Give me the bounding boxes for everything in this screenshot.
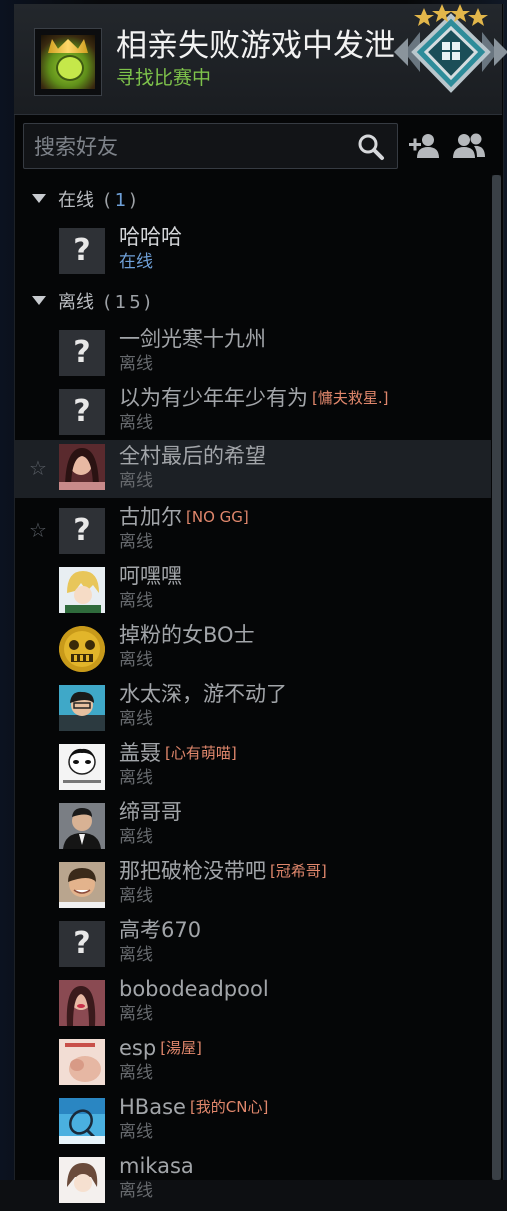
unknown-avatar-icon: ?: [73, 233, 91, 268]
friend-tag: [心有萌喵]: [165, 744, 237, 762]
group-label: 在线: [58, 190, 94, 211]
friend-name: 呵嘿嘿: [119, 564, 182, 588]
friend-avatar: [59, 980, 105, 1026]
friend-avatar: ?: [59, 508, 105, 554]
group-count: 1: [114, 190, 130, 211]
friend-status: 离线: [119, 354, 153, 374]
friend-row[interactable]: 那把破枪没带吧 [冠希哥] 离线: [15, 858, 491, 916]
friend-status: 离线: [119, 709, 153, 729]
favorite-star-icon[interactable]: ☆: [29, 457, 47, 479]
friend-avatar: [59, 444, 105, 490]
search-box: [23, 123, 398, 170]
profile-header: 相亲失败游戏中发泄 寻找比赛中: [14, 4, 507, 115]
unknown-avatar-icon: ?: [73, 335, 91, 370]
scrollbar-thumb[interactable]: [492, 175, 501, 1180]
friend-status: 离线: [119, 650, 153, 670]
friend-status: 离线: [119, 768, 153, 788]
friend-row[interactable]: 水太深，游不动了 离线: [15, 681, 491, 739]
friend-name: 那把破枪没带吧 [冠希哥]: [119, 859, 327, 883]
friend-name: mikasa: [119, 1154, 194, 1178]
unknown-avatar-icon: ?: [73, 513, 91, 548]
friend-avatar: ?: [59, 330, 105, 376]
friend-name: 水太深，游不动了: [119, 682, 287, 706]
friend-row[interactable]: bobodeadpool 离线: [15, 976, 491, 1034]
friend-row[interactable]: HBase [我的CN心] 离线: [15, 1094, 491, 1152]
friend-avatar: [59, 1039, 105, 1085]
friend-row[interactable]: ? 一剑光寒十九州 离线: [15, 326, 491, 384]
friend-row[interactable]: mikasa 离线: [15, 1153, 491, 1211]
friend-row[interactable]: ☆ ? 古加尔 [NO GG] 离线: [15, 504, 491, 562]
friend-row[interactable]: ? 高考670 离线: [15, 917, 491, 975]
friend-avatar: ?: [59, 921, 105, 967]
my-avatar[interactable]: [34, 28, 102, 96]
collapse-triangle-icon: [32, 296, 46, 305]
friend-name: 以为有少年年少有为 [慵夫救星.]: [119, 386, 389, 410]
friends-list-icon[interactable]: [452, 131, 486, 159]
friend-row[interactable]: esp [湯屋] 离线: [15, 1035, 491, 1093]
friend-status: 离线: [119, 1063, 153, 1083]
friend-tag: [我的CN心]: [189, 1098, 269, 1116]
hero-portrait: [41, 35, 95, 89]
collapse-triangle-icon: [32, 194, 46, 203]
friend-row[interactable]: 盖聂 [心有萌喵] 离线: [15, 740, 491, 798]
unknown-avatar-icon: ?: [73, 394, 91, 429]
friend-name: esp [湯屋]: [119, 1036, 202, 1060]
friend-status: 离线: [119, 1181, 153, 1201]
friend-name: 哈哈哈: [119, 225, 182, 249]
friend-status: 在线: [119, 252, 153, 272]
search-input[interactable]: [32, 124, 356, 170]
friend-name: 缔哥哥: [119, 800, 182, 824]
friend-status: 离线: [119, 471, 153, 491]
friend-row[interactable]: ☆ 全村最后的希望 离线: [15, 440, 491, 498]
friend-status: 离线: [119, 591, 153, 611]
friend-status: 离线: [119, 532, 153, 552]
friend-name: 古加尔 [NO GG]: [119, 505, 249, 529]
rank-medal-icon: [394, 4, 507, 93]
friend-row[interactable]: 呵嘿嘿 离线: [15, 563, 491, 621]
friend-status: 离线: [119, 1122, 153, 1142]
friend-avatar: [59, 1157, 105, 1203]
friend-tag: [NO GG]: [186, 508, 249, 526]
friend-avatar: [59, 1098, 105, 1144]
friend-name: 全村最后的希望: [119, 444, 266, 468]
friend-status: 离线: [119, 827, 153, 847]
friend-tag: [冠希哥]: [270, 862, 327, 880]
friend-name: HBase [我的CN心]: [119, 1095, 269, 1119]
friend-avatar: [59, 685, 105, 731]
friend-name: 高考670: [119, 918, 202, 942]
scrollbar[interactable]: [492, 175, 501, 1180]
friend-row[interactable]: ? 哈哈哈 在线: [15, 224, 491, 282]
friend-name: 盖聂 [心有萌喵]: [119, 741, 237, 765]
group-label: 离线: [58, 292, 94, 313]
unknown-avatar-icon: ?: [73, 926, 91, 961]
friend-tag: [湯屋]: [160, 1039, 202, 1057]
friend-avatar: [59, 803, 105, 849]
favorite-star-icon[interactable]: ☆: [29, 519, 47, 541]
friend-row[interactable]: ? 以为有少年年少有为 [慵夫救星.] 离线: [15, 385, 491, 443]
add-friend-icon[interactable]: [408, 131, 442, 159]
friend-name: 一剑光寒十九州: [119, 327, 266, 351]
friend-avatar: [59, 567, 105, 613]
friend-avatar: [59, 626, 105, 672]
friend-status: 离线: [119, 886, 153, 906]
search-icon[interactable]: [357, 133, 385, 161]
friend-name: 掉粉的女BO士: [119, 623, 255, 647]
friend-avatar: [59, 862, 105, 908]
friend-tag: [慵夫救星.]: [312, 389, 389, 407]
group-header-offline[interactable]: 离线 (15): [32, 290, 155, 316]
friend-avatar: ?: [59, 228, 105, 274]
friend-name: bobodeadpool: [119, 977, 269, 1001]
my-status: 寻找比赛中: [116, 67, 212, 89]
friend-status: 离线: [119, 413, 153, 433]
my-name: 相亲失败游戏中发泄: [116, 28, 395, 64]
friend-avatar: ?: [59, 389, 105, 435]
group-header-online[interactable]: 在线 (1): [32, 188, 140, 214]
friend-status: 离线: [119, 1004, 153, 1024]
friend-row[interactable]: 缔哥哥 离线: [15, 799, 491, 857]
friend-status: 离线: [119, 945, 153, 965]
group-count: 15: [114, 292, 144, 313]
friend-row[interactable]: 掉粉的女BO士 离线: [15, 622, 491, 680]
friend-avatar: [59, 744, 105, 790]
